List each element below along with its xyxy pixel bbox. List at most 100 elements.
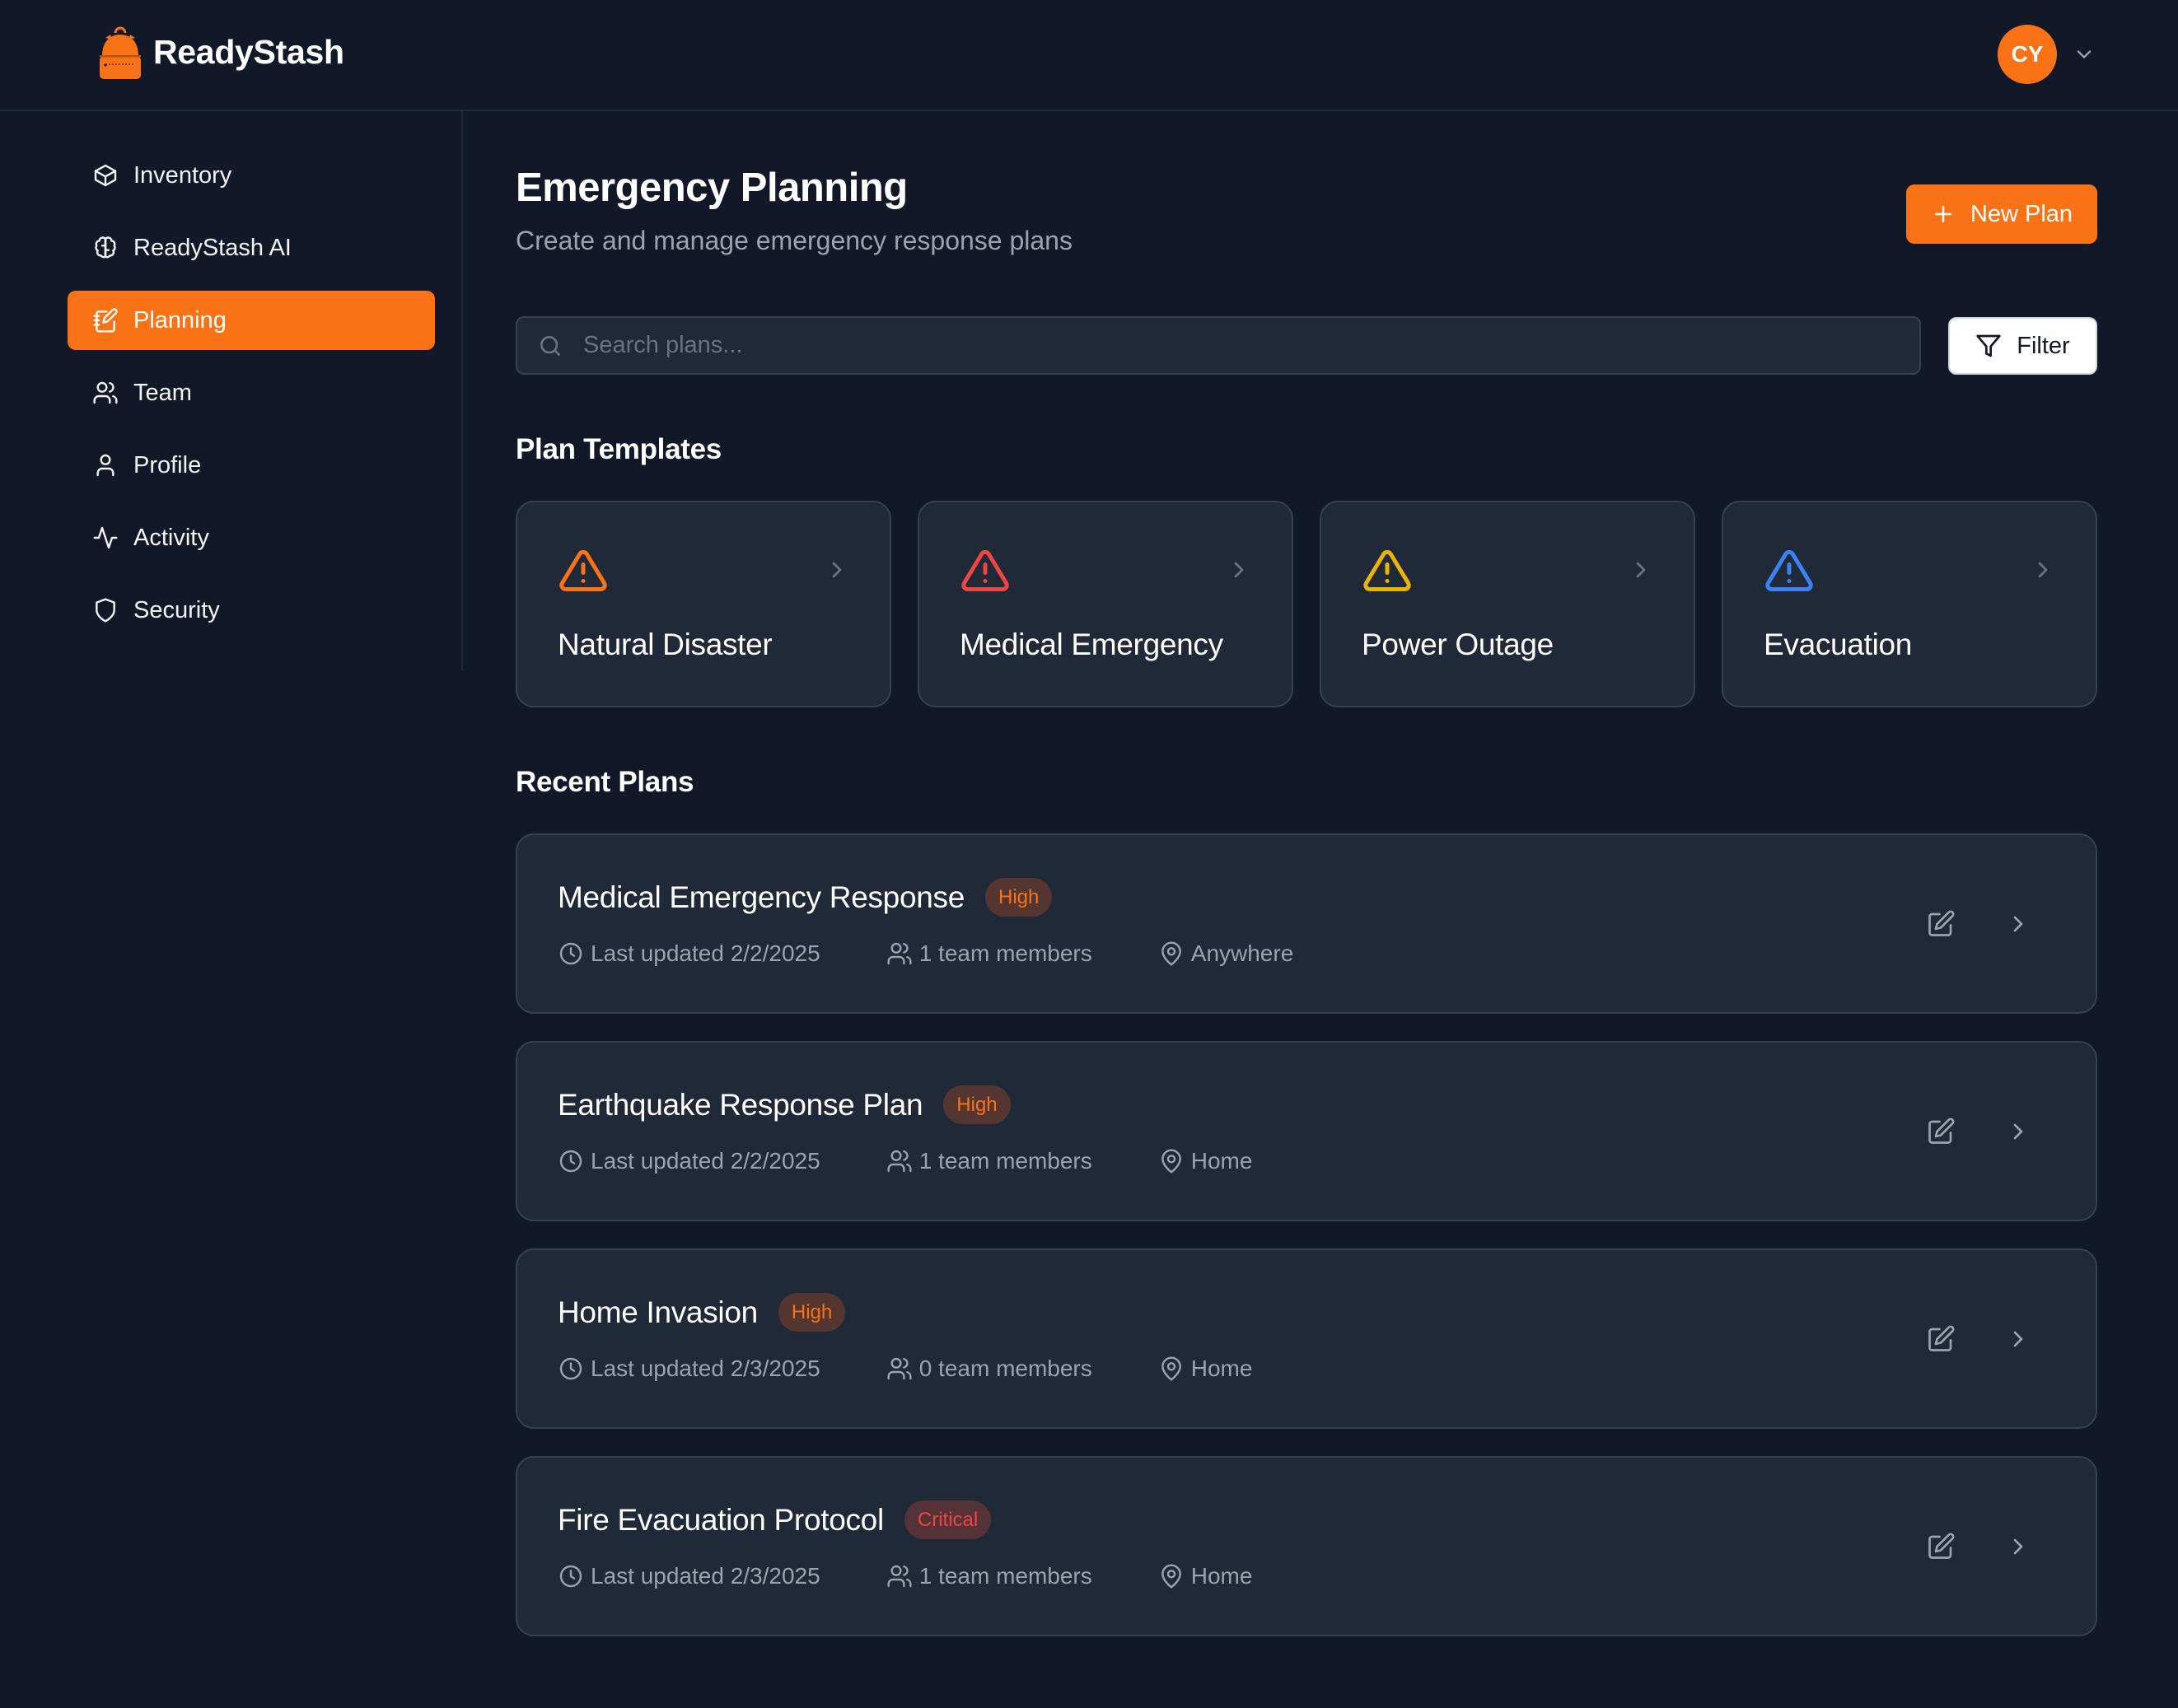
- last-updated: Last updated 2/2/2025: [558, 940, 820, 967]
- sidebar-item-security[interactable]: Security: [68, 581, 435, 640]
- chevron-right-icon: [832, 562, 842, 578]
- location: Home: [1158, 1563, 1253, 1589]
- team-members-text: 1 team members: [918, 1148, 1092, 1174]
- last-updated-text: Last updated 2/2/2025: [591, 1148, 820, 1174]
- map-pin-icon: [1161, 1356, 1181, 1381]
- notebook-pen-icon: [93, 308, 118, 333]
- chevron-down-icon[interactable]: [2073, 43, 2096, 66]
- edit-icon[interactable]: [1926, 1532, 1956, 1561]
- filter-label: Filter: [2017, 332, 2070, 359]
- team-members: 1 team members: [886, 1563, 1092, 1589]
- plan-title: Home Invasion: [558, 1295, 758, 1329]
- chevron-right-icon: [1636, 562, 1646, 578]
- team-members-text: 1 team members: [918, 940, 1092, 966]
- sidebar-item-label: Activity: [133, 524, 209, 551]
- edit-icon[interactable]: [1926, 1117, 1956, 1146]
- last-updated: Last updated 2/3/2025: [558, 1356, 820, 1382]
- new-plan-button[interactable]: New Plan: [1906, 184, 2097, 244]
- priority-badge: Critical: [904, 1500, 992, 1539]
- template-card-evacuation[interactable]: Evacuation: [1722, 501, 2097, 707]
- plan-title: Medical Emergency Response: [558, 880, 965, 914]
- plan-card[interactable]: Fire Evacuation Protocol Critical Last u…: [516, 1456, 2097, 1636]
- page-title: Emergency Planning: [516, 166, 908, 210]
- location-text: Home: [1190, 1563, 1253, 1589]
- plan-meta: Last updated 2/3/2025 1 team members Hom…: [558, 1563, 1318, 1589]
- users-icon: [93, 381, 118, 404]
- last-updated: Last updated 2/2/2025: [558, 1148, 820, 1174]
- last-updated-text: Last updated 2/3/2025: [591, 1563, 820, 1589]
- last-updated: Last updated 2/3/2025: [558, 1563, 820, 1589]
- sidebar-item-planning[interactable]: Planning: [68, 291, 435, 350]
- user-avatar[interactable]: CY: [1998, 25, 2057, 84]
- sidebar: Inventory ReadyStash AI Planning Team Pr…: [0, 111, 463, 671]
- backpack-icon[interactable]: [97, 26, 143, 81]
- clock-icon: [559, 1565, 582, 1588]
- team-members: 1 team members: [886, 1148, 1092, 1174]
- sidebar-item-inventory[interactable]: Inventory: [68, 146, 435, 205]
- new-plan-label: New Plan: [1970, 200, 2073, 227]
- sidebar-item-activity[interactable]: Activity: [68, 508, 435, 567]
- map-pin-icon: [1161, 941, 1181, 966]
- users-icon: [887, 1357, 912, 1380]
- template-label: Medical Emergency: [960, 628, 1223, 661]
- location-text: Anywhere: [1190, 940, 1294, 966]
- map-pin-icon: [1161, 1564, 1181, 1589]
- templates-heading: Plan Templates: [516, 433, 722, 465]
- chevron-right-icon: [2038, 562, 2048, 578]
- plus-icon: [1934, 206, 1951, 222]
- shield-icon: [96, 598, 115, 623]
- filter-icon: [1976, 334, 2001, 357]
- priority-badge: High: [985, 878, 1053, 917]
- filter-button[interactable]: Filter: [1948, 317, 2097, 375]
- last-updated-text: Last updated 2/2/2025: [591, 940, 820, 966]
- edit-icon[interactable]: [1926, 1324, 1956, 1354]
- alert-triangle-icon: [1363, 549, 1411, 591]
- sidebar-item-label: Inventory: [133, 161, 232, 189]
- search-input[interactable]: [583, 318, 1901, 373]
- search-box: [516, 316, 1921, 375]
- plan-actions: [1926, 1324, 2031, 1354]
- page-subtitle: Create and manage emergency response pla…: [516, 226, 1073, 255]
- location: Home: [1158, 1356, 1252, 1382]
- template-label: Power Outage: [1362, 628, 1554, 661]
- plan-meta: Last updated 2/3/2025 0 team members Hom…: [558, 1356, 1318, 1382]
- chevron-right-icon[interactable]: [2005, 911, 2031, 937]
- plan-meta: Last updated 2/2/2025 1 team members Hom…: [558, 1148, 1318, 1174]
- template-label: Evacuation: [1764, 628, 1913, 661]
- team-members: 0 team members: [886, 1356, 1092, 1382]
- users-icon: [887, 1565, 912, 1588]
- sidebar-item-team[interactable]: Team: [68, 363, 435, 422]
- brand-name[interactable]: ReadyStash: [153, 33, 344, 72]
- template-card-natural-disaster[interactable]: Natural Disaster: [516, 501, 891, 707]
- sidebar-item-label: ReadyStash AI: [133, 234, 292, 261]
- plan-meta: Last updated 2/2/2025 1 team members Any…: [558, 940, 1359, 967]
- template-card-medical-emergency[interactable]: Medical Emergency: [918, 501, 1293, 707]
- location: Home: [1158, 1148, 1252, 1174]
- chevron-right-icon[interactable]: [2005, 1326, 2031, 1352]
- users-icon: [887, 942, 912, 965]
- chevron-right-icon[interactable]: [2005, 1118, 2031, 1145]
- top-header: ReadyStash CY: [0, 0, 2178, 111]
- template-card-power-outage[interactable]: Power Outage: [1320, 501, 1695, 707]
- priority-badge: High: [943, 1085, 1011, 1124]
- sidebar-item-profile[interactable]: Profile: [68, 436, 435, 495]
- plan-card[interactable]: Medical Emergency Response High Last upd…: [516, 833, 2097, 1014]
- chevron-right-icon[interactable]: [2005, 1533, 2031, 1560]
- template-label: Natural Disaster: [558, 628, 773, 661]
- plan-actions: [1926, 1117, 2031, 1146]
- plan-actions: [1926, 909, 2031, 939]
- clock-icon: [559, 942, 582, 965]
- sidebar-item-label: Team: [133, 379, 192, 406]
- clock-icon: [559, 1150, 582, 1173]
- clock-icon: [559, 1357, 582, 1380]
- plan-card[interactable]: Home Invasion High Last updated 2/3/2025…: [516, 1248, 2097, 1429]
- recent-plans-heading: Recent Plans: [516, 766, 694, 798]
- plan-actions: [1926, 1532, 2031, 1561]
- edit-icon[interactable]: [1926, 909, 1956, 939]
- plan-card[interactable]: Earthquake Response Plan High Last updat…: [516, 1041, 2097, 1221]
- sidebar-item-readystash-ai[interactable]: ReadyStash AI: [68, 218, 435, 278]
- activity-icon: [93, 526, 118, 549]
- sidebar-item-label: Security: [133, 596, 220, 623]
- plan-title-row: Home Invasion High: [558, 1293, 846, 1332]
- plan-title: Earthquake Response Plan: [558, 1087, 923, 1122]
